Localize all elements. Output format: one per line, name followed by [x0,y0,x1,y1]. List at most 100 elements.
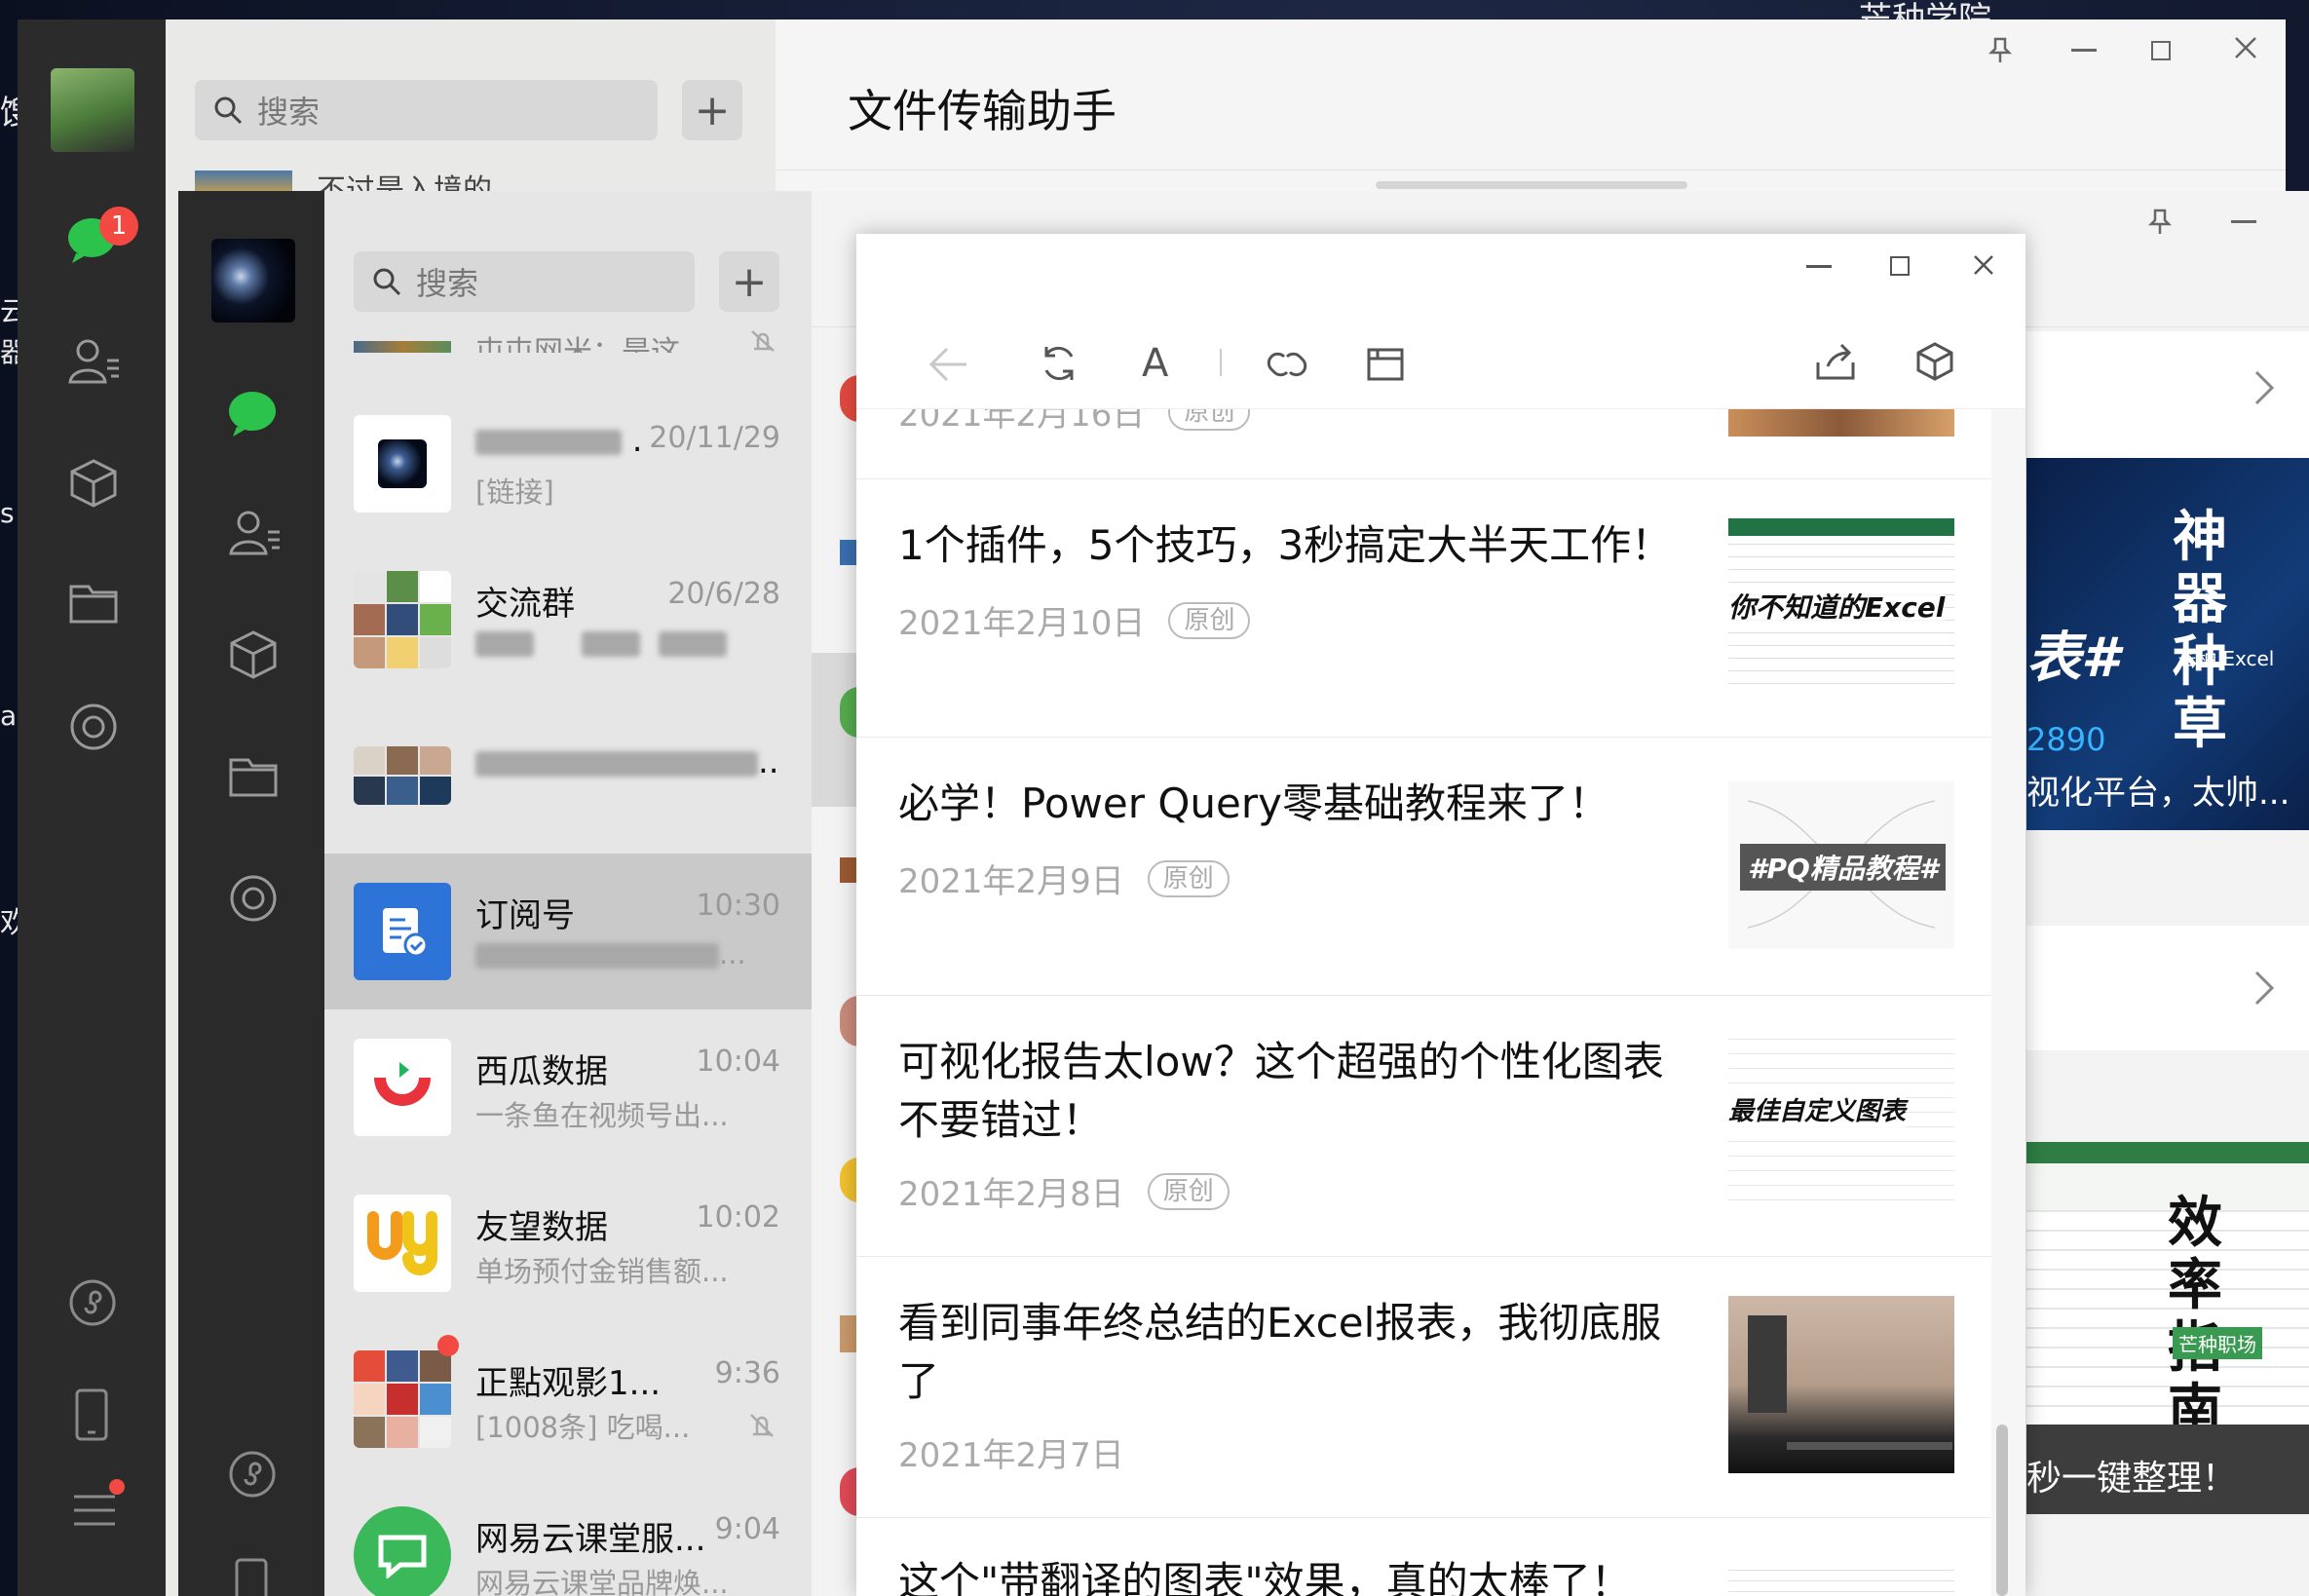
card1-number: 2890 [2026,721,2106,758]
back-minimize-button[interactable] [2071,49,2097,52]
unread-dot [437,1335,459,1356]
article-card-1[interactable]: 神器种草 芒种 Excel 表# 2890 视化平台，太帅... [2026,458,2309,830]
article-thumb [1728,1563,1954,1596]
back-maximize-button[interactable] [2151,41,2171,60]
back-folder-icon[interactable] [68,583,119,629]
back-unread-badge: 1 [99,207,138,246]
back-contacts-icon[interactable] [66,337,121,390]
cube-icon[interactable] [1915,341,1954,386]
thumb-text: 你不知道的Excel [1728,587,1946,626]
chevron-right-icon-1[interactable] [2252,368,2276,411]
chat-item-3[interactable]: 订阅号 10:30 ... [324,854,812,1009]
netease-logo-icon [354,1506,451,1596]
chat-name: 正點观影1... [475,1364,662,1403]
front-phone-icon[interactable] [234,1557,269,1596]
article-title: 看到同事年终总结的Excel报表，我彻底服了 [898,1299,1662,1405]
front-search-input[interactable]: 搜索 [354,251,695,312]
front-search-icon [373,268,401,296]
card1-small-text: 芒种 Excel [2177,647,2275,670]
back-moments-icon[interactable] [68,702,119,756]
chat-item-1[interactable]: 交流群 20/6/28 [324,542,812,698]
article-thumb: #PQ精品教程# [1728,781,1954,949]
chat-name: 友望数据 [475,1208,608,1247]
back-phone-icon[interactable] [74,1387,109,1446]
chat-preview: ... [475,937,746,970]
article-scroll-track[interactable] [1991,409,2025,1596]
article-date: 2021年2月16日 [898,409,1146,435]
front-folder-icon[interactable] [228,756,279,803]
chat-time: 20/6/28 [667,577,780,611]
chat-name: 订阅号 [475,896,575,935]
article-tag: 原创 [1168,409,1251,431]
font-size-icon[interactable]: A [1142,341,1168,386]
chat-time: 10:04 [696,1045,780,1079]
desktop-text-4: s [0,497,15,529]
article-date: 2021年2月9日 [898,862,1124,901]
chat-time: 10:30 [696,889,780,923]
chat-name: .. [475,742,779,781]
front-miniprogram-icon[interactable] [228,1450,277,1502]
desktop-text-5: a [0,700,18,732]
chat-item-4[interactable]: 西瓜数据 10:04 一条鱼在视频号出... [324,1009,812,1165]
chat-name: 网易云课堂服... [475,1520,706,1559]
article-close-button[interactable] [1972,253,1995,281]
article-item-2[interactable]: 必学！Power Query零基础教程来了！ 2021年2月9日 原创 #PQ精品… [856,738,1991,996]
chat-item-5[interactable]: 友望数据 10:02 单场预付金销售额... [324,1165,812,1321]
front-moments-icon[interactable] [228,873,279,928]
link-icon[interactable] [1265,347,1309,386]
article-tag: 原创 [1147,859,1230,897]
back-search-input[interactable]: 搜索 [195,80,658,140]
back-peek-avatar [195,171,292,192]
article-scroll-thumb[interactable] [1996,1425,2008,1596]
chat-item-2[interactable]: .. [324,698,812,854]
back-box-icon[interactable] [68,458,119,513]
back-search-placeholder: 搜索 [257,94,321,131]
chevron-right-icon-2[interactable] [2252,969,2276,1011]
article-item-3[interactable]: 可视化报告太low？这个超强的个性化图表不要错过！ 2021年2月8日 原创 最佳… [856,996,1991,1257]
front-avatar[interactable] [211,239,295,323]
back-miniprogram-icon[interactable] [68,1278,117,1331]
chat-name: . [475,421,643,460]
article-prev[interactable]: 2021年2月16日 原创 [856,409,1991,479]
subscription-icon [354,883,451,980]
chat-item-7[interactable]: 网易云课堂服... 9:04 网易云课堂品牌焕... [324,1477,812,1596]
chat-group-avatar [354,571,451,668]
back-scrollbar[interactable] [1376,181,1687,189]
front-minimize-button[interactable] [2231,220,2256,223]
partial-avatar [354,341,451,353]
chat-item-6[interactable]: 正點观影1... 9:36 [1008条] 吃喝... [324,1321,812,1477]
back-arrow-icon[interactable] [927,345,970,388]
chat-name: 西瓜数据 [475,1052,608,1091]
article-minimize-button[interactable] [1806,265,1832,268]
front-box-icon[interactable] [228,629,279,684]
article-date: 2021年2月7日 [898,1436,1124,1475]
article-item-5[interactable]: 这个"带翻译的图表"效果，真的太棒了！ [856,1518,1991,1596]
chat-preview: [1008条] 吃喝... [475,1411,691,1444]
card1-caption: 视化平台，太帅... [2026,774,2290,813]
chat-preview [475,626,728,659]
article-date: 2021年2月8日 [898,1175,1124,1214]
refresh-icon[interactable] [1039,343,1079,388]
browser-window-icon[interactable] [1366,347,1405,386]
chat-group-avatar [354,746,451,805]
share-icon[interactable] [1814,341,1857,386]
article-card-2[interactable]: 效率指南 芒种职场 秒一键整理！ [2026,1142,2309,1514]
front-add-button[interactable]: + [719,251,779,312]
front-chat-icon[interactable] [227,388,282,440]
chat-name: 交流群 [475,585,575,624]
back-pin-icon[interactable] [1987,37,2013,68]
article-item-1[interactable]: 1个插件，5个技巧，3秒搞定大半天工作！ 2021年2月10日 原创 你不知道的E… [856,479,1991,738]
back-menu-icon[interactable] [70,1491,119,1534]
article-maximize-button[interactable] [1890,256,1910,276]
back-add-button[interactable]: + [682,80,742,140]
article-tag: 原创 [1168,601,1251,639]
chat-preview: 一条鱼在视频号出... [475,1099,729,1132]
front-pin-icon[interactable] [2147,209,2173,240]
card2-small-text: 芒种职场 [2173,1327,2262,1359]
article-title: 这个"带翻译的图表"效果，真的太棒了！ [898,1558,1632,1596]
chat-item-0[interactable]: . 20/11/29 [链接] [324,386,812,542]
article-item-4[interactable]: 看到同事年终总结的Excel报表，我彻底服了 2021年2月7日 [856,1257,1991,1518]
back-avatar[interactable] [51,68,134,152]
back-close-button[interactable] [2233,35,2258,64]
front-contacts-icon[interactable] [227,509,282,561]
